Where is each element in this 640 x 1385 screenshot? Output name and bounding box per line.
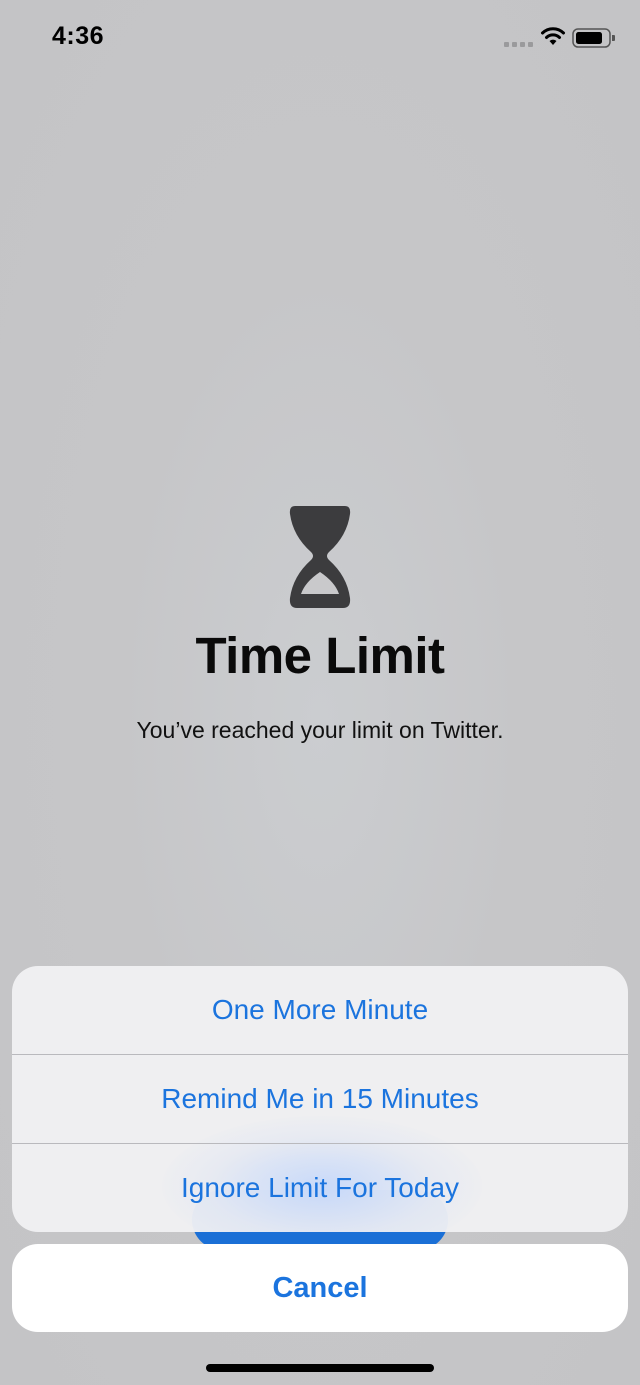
ignore-limit-for-today-button[interactable]: Ignore Limit For Today — [12, 1144, 628, 1232]
status-time: 4:36 — [52, 22, 105, 50]
limit-message: You’ve reached your limit on Twitter. — [136, 717, 504, 743]
screen-time-limit-screen: 4:36 Time Limit You’ve reached your limi… — [0, 0, 640, 1385]
signal-icon — [504, 42, 533, 47]
battery-icon — [572, 28, 615, 48]
remind-me-in-15-minutes-button[interactable]: Remind Me in 15 Minutes — [12, 1055, 628, 1143]
status-bar: 4:36 — [0, 0, 640, 80]
home-indicator[interactable] — [206, 1364, 434, 1372]
page-title: Time Limit — [195, 627, 445, 684]
wifi-icon — [541, 27, 565, 45]
hourglass-icon — [289, 506, 351, 608]
action-sheet: One More Minute Remind Me in 15 Minutes … — [12, 966, 628, 1232]
cancel-button[interactable]: Cancel — [12, 1244, 628, 1332]
one-more-minute-button[interactable]: One More Minute — [12, 966, 628, 1054]
